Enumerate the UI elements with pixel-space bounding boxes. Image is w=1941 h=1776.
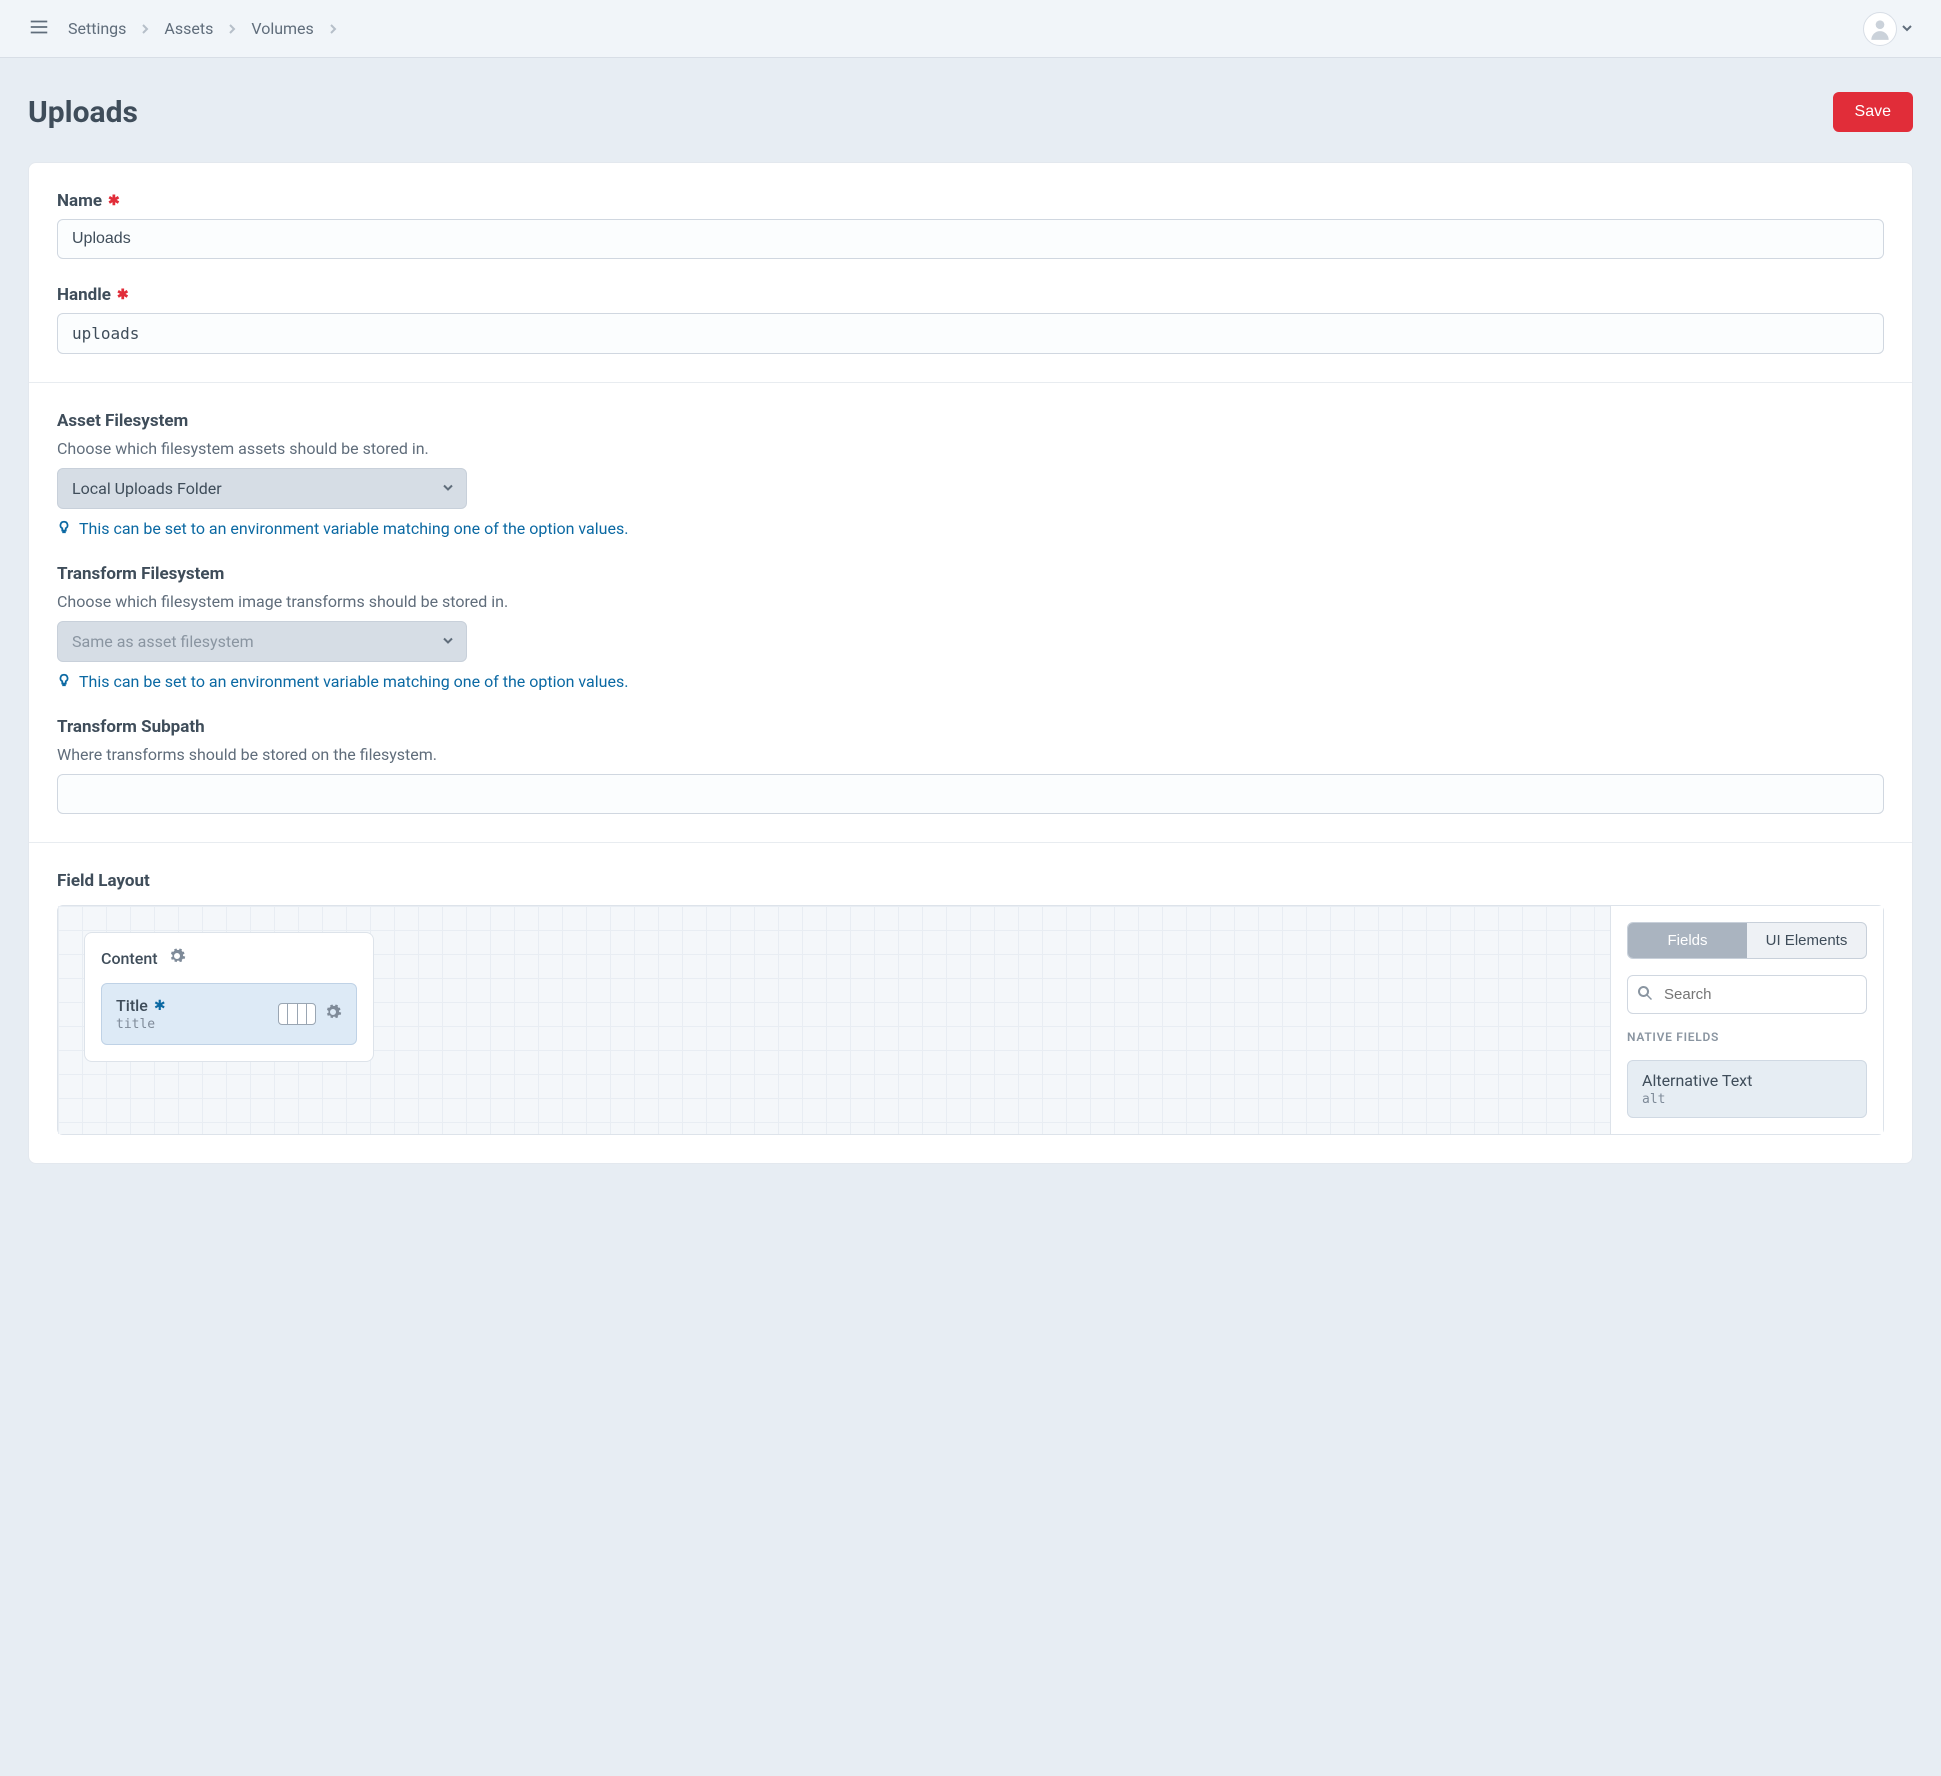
transform-fs-desc: Choose which filesystem image transforms… [57, 592, 1884, 611]
layout-field-label: Title [116, 996, 148, 1015]
transform-subpath-desc: Where transforms should be stored on the… [57, 745, 1884, 764]
width-indicator-icon[interactable] [278, 1003, 316, 1025]
native-fields-label: NATIVE FIELDS [1627, 1030, 1867, 1044]
handle-label: Handle [57, 285, 111, 305]
breadcrumb-assets[interactable]: Assets [164, 19, 213, 38]
name-label: Name [57, 191, 102, 211]
name-input[interactable] [57, 219, 1884, 259]
transform-subpath-input[interactable] [57, 774, 1884, 814]
transform-fs-label: Transform Filesystem [57, 564, 224, 584]
menu-icon[interactable] [28, 16, 50, 42]
save-button[interactable]: Save [1833, 92, 1913, 132]
sidebar-tab-toggle: Fields UI Elements [1627, 922, 1867, 959]
sidebar-tab-fields[interactable]: Fields [1628, 923, 1747, 958]
layout-tab-name: Content [101, 949, 158, 968]
transform-fs-select[interactable]: Same as asset filesystem [57, 621, 467, 662]
layout-field-handle: title [116, 1017, 166, 1032]
chevron-right-icon [328, 19, 338, 38]
asset-fs-hint[interactable]: This can be set to an environment variab… [79, 519, 628, 538]
native-field-alt[interactable]: Alternative Text alt [1627, 1060, 1867, 1118]
settings-panel: Name ✱ Handle ✱ Asset Filesystem Choose … [28, 162, 1913, 1164]
layout-field-chip[interactable]: Title ✱ title [101, 983, 357, 1045]
asset-fs-label: Asset Filesystem [57, 411, 188, 431]
field-layout-canvas[interactable]: Content Title ✱ title [58, 906, 1611, 1134]
handle-input[interactable] [57, 313, 1884, 354]
required-icon: ✱ [154, 998, 166, 1014]
lightbulb-icon [57, 672, 71, 691]
transform-fs-hint[interactable]: This can be set to an environment variab… [79, 672, 628, 691]
transform-subpath-label: Transform Subpath [57, 717, 205, 737]
native-field-alt-handle: alt [1642, 1092, 1852, 1107]
breadcrumb-volumes[interactable]: Volumes [251, 19, 313, 38]
field-layout-heading: Field Layout [57, 871, 1884, 891]
gear-icon[interactable] [324, 1003, 342, 1025]
field-layout-sidebar: Fields UI Elements NATIVE FIELDS Alterna… [1611, 906, 1883, 1134]
sidebar-tab-ui[interactable]: UI Elements [1747, 923, 1866, 958]
field-layout-designer: Content Title ✱ title [57, 905, 1884, 1135]
native-field-alt-label: Alternative Text [1642, 1071, 1852, 1090]
asset-fs-desc: Choose which filesystem assets should be… [57, 439, 1884, 458]
lightbulb-icon [57, 519, 71, 538]
sidebar-search-input[interactable] [1627, 975, 1867, 1014]
chevron-down-icon [1901, 19, 1913, 38]
required-icon: ✱ [108, 194, 120, 208]
chevron-right-icon [140, 19, 150, 38]
topbar: Settings Assets Volumes [0, 0, 1941, 58]
avatar [1863, 12, 1897, 46]
breadcrumb: Settings Assets Volumes [68, 19, 338, 38]
search-icon [1637, 985, 1653, 1005]
asset-fs-select[interactable]: Local Uploads Folder [57, 468, 467, 509]
page-title: Uploads [28, 95, 138, 130]
layout-tab-card[interactable]: Content Title ✱ title [84, 932, 374, 1062]
user-menu[interactable] [1863, 12, 1913, 46]
gear-icon[interactable] [168, 947, 186, 969]
chevron-right-icon [227, 19, 237, 38]
breadcrumb-settings[interactable]: Settings [68, 19, 126, 38]
required-icon: ✱ [117, 288, 129, 302]
